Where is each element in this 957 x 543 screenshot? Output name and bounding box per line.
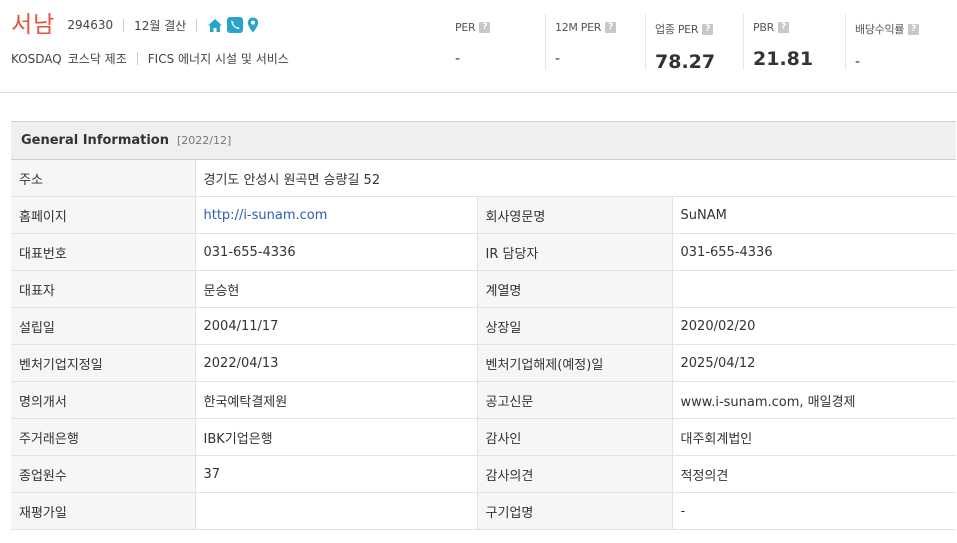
metric-label: PER [455, 21, 476, 34]
title-line: 서남 294630 12월 결산 [11, 10, 259, 40]
sector-a: 코스닥 제조 [67, 52, 127, 66]
field-label: 벤처기업지정일 [11, 344, 196, 382]
field-label: 명의개서 [11, 381, 196, 419]
metric-label: PBR [753, 21, 774, 34]
company-name: 서남 [11, 12, 56, 38]
field-value: 37 [195, 455, 478, 493]
address-label: 주소 [11, 160, 196, 197]
field-label: 감사인 [477, 418, 673, 456]
metric-label: 업종 PER [655, 23, 699, 36]
field-label: 홈페이지 [11, 196, 196, 234]
field-label: 주거래은행 [11, 418, 196, 456]
field-value: 적정의견 [672, 455, 957, 493]
section-date: [2022/12] [177, 134, 232, 147]
field-label: 공고신문 [477, 381, 673, 419]
field-value: 문승현 [195, 270, 478, 308]
divider [123, 18, 125, 32]
field-label: 재평가일 [11, 492, 196, 530]
section-title: General Information [21, 133, 169, 148]
table-row: 대표자 문승현 계열명 [11, 270, 957, 308]
field-label: 회사영문명 [477, 196, 673, 234]
metric-value: 78.27 [655, 51, 716, 73]
section-header: General Information [2022/12] [11, 122, 956, 160]
field-value: www.i-sunam.com, 매일경제 [672, 381, 957, 419]
field-value: 한국예탁결제원 [195, 381, 478, 419]
field-value: 031-655-4336 [195, 233, 478, 271]
table-row: 설립일 2004/11/17 상장일 2020/02/20 [11, 307, 957, 345]
sector-line: KOSDAQ 코스닥 제조 FICS 에너지 시설 및 서비스 [11, 50, 289, 67]
help-icon[interactable]: ? [777, 22, 789, 33]
field-value: 2022/04/13 [195, 344, 478, 382]
field-value: 대주회계법인 [672, 418, 957, 456]
help-icon[interactable]: ? [479, 22, 491, 33]
field-value: - [672, 492, 957, 530]
field-label: IR 담당자 [477, 233, 673, 271]
info-table: 주소 경기도 안성시 원곡면 승량길 52 홈페이지 http://i-suna… [11, 160, 957, 530]
valuation-metrics: PER? - 12M PER? - 업종 PER? 78.27 PBR? 21.… [445, 0, 951, 92]
phone-icon[interactable] [227, 17, 244, 33]
homepage-cell: http://i-sunam.com [195, 196, 478, 234]
stock-code: 294630 [67, 18, 114, 32]
field-value: 2004/11/17 [195, 307, 478, 345]
field-value: IBK기업은행 [195, 418, 478, 456]
field-label: 종업원수 [11, 455, 196, 493]
table-row: 주거래은행 IBK기업은행 감사인 대주회계법인 [11, 418, 957, 456]
field-value: 2020/02/20 [672, 307, 957, 345]
field-label: 구기업명 [477, 492, 673, 530]
contact-icons [207, 17, 259, 33]
metric-value: 21.81 [753, 48, 814, 70]
metric-value: - [455, 51, 461, 67]
field-value: SuNAM [672, 196, 957, 234]
metric-label: 12M PER [555, 21, 602, 34]
address-value: 경기도 안성시 원곡면 승량길 52 [195, 160, 957, 197]
metric-12m-per: 12M PER? - [545, 0, 645, 92]
field-value: 031-655-4336 [672, 233, 957, 271]
company-header: 서남 294630 12월 결산 KOSDAQ 코스닥 제조 FICS 에너지 … [0, 0, 957, 93]
metric-value: - [855, 54, 861, 70]
table-row: 재평가일 구기업명 - [11, 492, 957, 530]
sector-b: FICS 에너지 시설 및 서비스 [147, 52, 289, 66]
help-icon[interactable]: ? [702, 23, 714, 35]
table-row: 종업원수 37 감사의견 적정의견 [11, 455, 957, 493]
home-icon[interactable] [207, 18, 223, 33]
field-label: 계열명 [477, 270, 673, 308]
field-label: 벤처기업해제(예정)일 [477, 344, 673, 382]
table-row: 홈페이지 http://i-sunam.com 회사영문명 SuNAM [11, 196, 957, 234]
metric-industry-per: 업종 PER? 78.27 [645, 0, 743, 92]
divider [136, 52, 138, 65]
help-icon[interactable]: ? [605, 22, 617, 33]
map-pin-icon[interactable] [247, 17, 259, 33]
general-information: General Information [2022/12] 주소 경기도 안성시… [11, 121, 957, 530]
field-label: 설립일 [11, 307, 196, 345]
homepage-link[interactable]: http://i-sunam.com [204, 208, 328, 223]
field-value [672, 270, 957, 308]
metric-pbr: PBR? 21.81 [743, 0, 845, 92]
table-row: 대표번호 031-655-4336 IR 담당자 031-655-4336 [11, 233, 957, 271]
help-icon[interactable]: ? [908, 23, 920, 35]
field-value: 2025/04/12 [672, 344, 957, 382]
metric-dividend-yield: 배당수익률? - [845, 0, 951, 92]
divider [196, 18, 198, 32]
market-name: KOSDAQ [11, 51, 62, 66]
settlement-month: 12월 결산 [134, 18, 187, 33]
table-row: 벤처기업지정일 2022/04/13 벤처기업해제(예정)일 2025/04/1… [11, 344, 957, 382]
table-row: 주소 경기도 안성시 원곡면 승량길 52 [11, 160, 957, 197]
metric-value: - [555, 51, 561, 67]
field-label: 감사의견 [477, 455, 673, 493]
metric-per: PER? - [445, 0, 545, 92]
metric-label: 배당수익률 [855, 23, 905, 36]
field-label: 대표자 [11, 270, 196, 308]
field-label: 대표번호 [11, 233, 196, 271]
table-row: 명의개서 한국예탁결제원 공고신문 www.i-sunam.com, 매일경제 [11, 381, 957, 419]
field-value [195, 492, 478, 530]
field-label: 상장일 [477, 307, 673, 345]
